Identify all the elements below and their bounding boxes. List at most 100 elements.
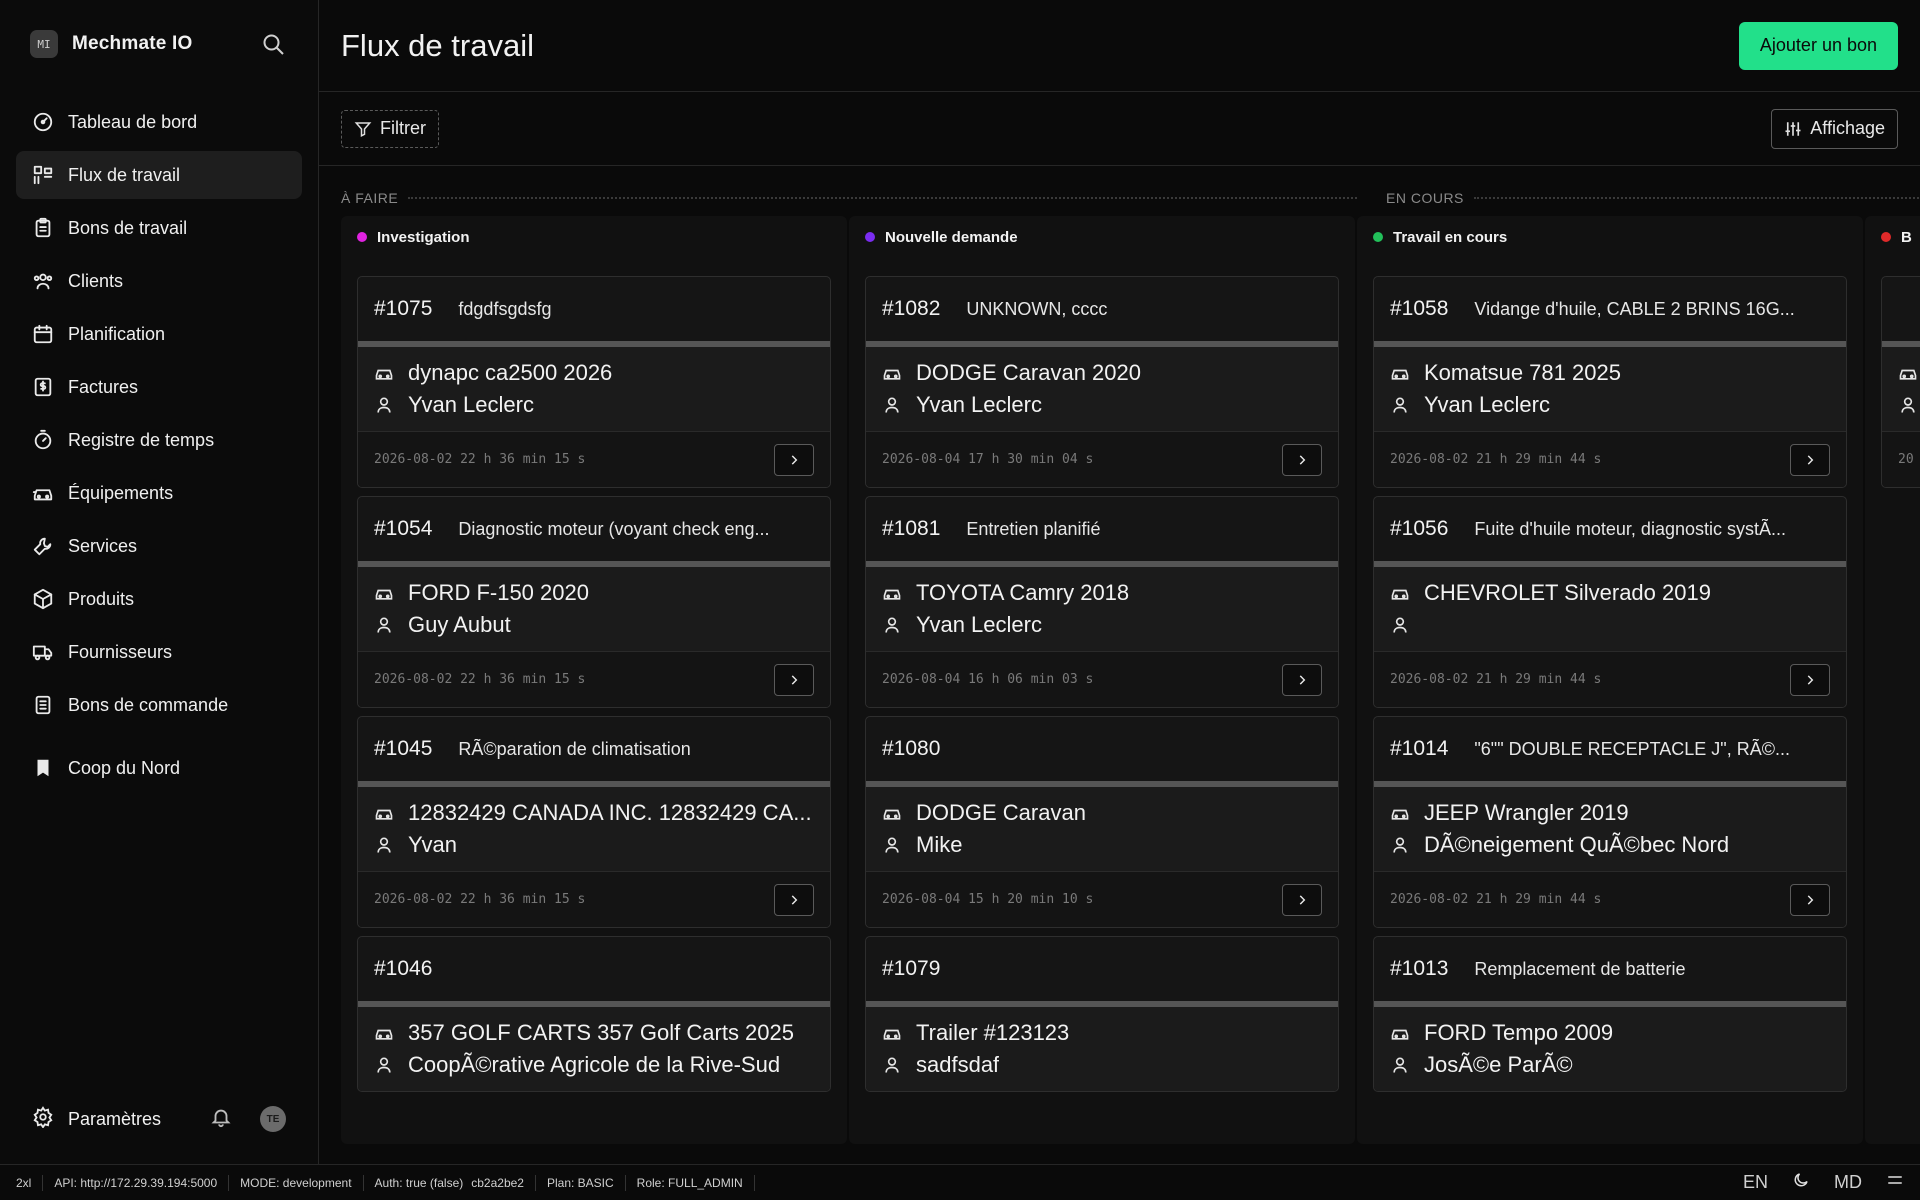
car-icon [375, 369, 393, 380]
customer-row: DÃ©neigement QuÃ©bec Nord [1390, 829, 1830, 861]
moon-icon[interactable] [1792, 1171, 1810, 1194]
sidebar-item-clients[interactable]: Clients [16, 257, 302, 305]
card-header: #1046 [358, 937, 830, 1001]
work-order-card[interactable]: #1082 UNKNOWN, cccc DODGE Caravan 2020 Yvan… [865, 276, 1339, 488]
sidebar-item-registre-de-temps[interactable]: Registre de temps [16, 416, 302, 464]
work-order-card[interactable]: #1081 Entretien planifié TOYOTA Camry 2018… [865, 496, 1339, 708]
customer-name: DÃ©neigement QuÃ©bec Nord [1424, 832, 1730, 857]
order-title: Fuite d'huile moteur, diagnostic systÃ..… [1474, 518, 1786, 539]
customer-row: Yvan Leclerc [882, 609, 1322, 641]
work-order-card[interactable]: #1054 Diagnostic moteur (voyant check eng… [357, 496, 831, 708]
work-order-card[interactable]: #1080 DODGE Caravan Mike 2026-08-04 15 h 20… [865, 716, 1339, 928]
auth-indicator: Auth: true (false) cb2a2be2 [364, 1174, 536, 1191]
sidebar-footer: Paramètres TE [16, 1094, 302, 1144]
sidebar-item-tableau-de-bord[interactable]: Tableau de bord [16, 98, 302, 146]
order-title: RÃ©paration de climatisation [458, 738, 691, 759]
vehicle-row [1898, 357, 1920, 389]
sidebar-item-fournisseurs[interactable]: Fournisseurs [16, 628, 302, 676]
order-title: Diagnostic moteur (voyant check eng... [458, 518, 770, 539]
customer-row: Mike [882, 829, 1322, 861]
card-footer: 2026-08-02 21 h 29 min 44 s [1374, 431, 1846, 487]
work-order-card[interactable]: #1079 Trailer #123123 sadfsdaf [865, 936, 1339, 1092]
customer-row: Yvan Leclerc [882, 389, 1322, 421]
vehicle-name: FORD Tempo 2009 [1424, 1020, 1614, 1045]
size-toggle[interactable]: MD [1834, 1172, 1862, 1193]
open-card-button[interactable] [1790, 663, 1830, 696]
sidebar-item--quipements[interactable]: Équipements [16, 469, 302, 517]
status-bar-right: EN MD [1743, 1171, 1904, 1194]
customer-name: Guy Aubut [408, 612, 511, 637]
work-order-card[interactable]: 20 [1881, 276, 1920, 488]
gear-icon[interactable] [32, 1105, 54, 1133]
work-order-card[interactable]: #1046 357 GOLF CARTS 357 Golf Carts 2025 C… [357, 936, 831, 1092]
chevron-right-icon [1299, 674, 1306, 685]
card-body [1882, 347, 1920, 431]
timestamp: 2026-08-04 16 h 06 min 03 s [882, 672, 1094, 687]
sidebar-item-planification[interactable]: Planification [16, 310, 302, 358]
sidebar-item-services[interactable]: Services [16, 522, 302, 570]
sidebar-item-factures[interactable]: Factures [16, 363, 302, 411]
column-header: Nouvelle demande [849, 216, 1355, 258]
user-icon [1393, 617, 1407, 633]
search-icon[interactable] [258, 29, 288, 59]
sidebar-item-label: Fournisseurs [68, 641, 173, 662]
order-number: #1080 [882, 737, 941, 760]
order-number: #1075 [374, 297, 433, 320]
vehicle-row: Trailer #123123 [882, 1017, 1322, 1049]
card-footer: 2026-08-02 22 h 36 min 15 s [358, 431, 830, 487]
list-icon [35, 695, 51, 715]
card-footer: 20 [1882, 431, 1920, 487]
open-card-button[interactable] [774, 883, 814, 916]
avatar[interactable]: TE [260, 1106, 286, 1132]
card-footer: 2026-08-02 22 h 36 min 15 s [358, 651, 830, 707]
column-header: Travail en cours [1357, 216, 1863, 258]
menu-icon[interactable] [1886, 1171, 1904, 1194]
open-card-button[interactable] [1790, 443, 1830, 476]
filter-button[interactable]: Filtrer [341, 109, 439, 148]
customer-name: Yvan [408, 832, 457, 857]
sidebar-item-produits[interactable]: Produits [16, 575, 302, 623]
display-button[interactable]: Affichage [1771, 108, 1898, 149]
work-order-card[interactable]: #1045 RÃ©paration de climatisation 1283242… [357, 716, 831, 928]
brand-logo[interactable]: MI [30, 30, 58, 58]
work-order-card[interactable]: #1056 Fuite d'huile moteur, diagnostic sy… [1373, 496, 1847, 708]
sidebar-item-flux-de-travail[interactable]: Flux de travail [16, 151, 302, 199]
open-card-button[interactable] [1282, 883, 1322, 916]
timestamp: 2026-08-02 22 h 36 min 15 s [374, 452, 586, 467]
open-card-button[interactable] [1282, 443, 1322, 476]
chevron-right-icon [1299, 454, 1306, 465]
work-order-card[interactable]: #1075 fdgdfsgdsfg dynapc ca2500 2026 Yvan L… [357, 276, 831, 488]
user-icon [1901, 397, 1915, 413]
sidebar-item-label: Services [68, 535, 138, 556]
users-icon [33, 273, 53, 290]
language-toggle[interactable]: EN [1743, 1172, 1768, 1193]
sidebar-nav: Tableau de bord Flux de travail Bons de tr… [0, 88, 318, 802]
vehicle-row: FORD F-150 2020 [374, 577, 814, 609]
sidebar-item-workspace[interactable]: Coop du Nord [16, 744, 302, 792]
sidebar-item-label: Bons de travail [68, 217, 188, 238]
sidebar-item-bons-de-travail[interactable]: Bons de travail [16, 204, 302, 252]
kanban-column: Investigation #1075 fdgdfsgdsfg dynapc ca25… [341, 216, 847, 1144]
bell-icon[interactable] [210, 1106, 232, 1133]
customer-name: Yvan Leclerc [916, 392, 1042, 417]
status-dot [1373, 232, 1383, 242]
commit-hash: cb2a2be2 [471, 1175, 524, 1190]
card-header: #1054 Diagnostic moteur (voyant check eng… [358, 497, 830, 561]
customer-name: JosÃ©e ParÃ© [1424, 1052, 1573, 1077]
card-header: #1079 [866, 937, 1338, 1001]
settings-link[interactable]: Paramètres [68, 1109, 196, 1130]
work-order-card[interactable]: #1013 Remplacement de batterie FORD Tempo … [1373, 936, 1847, 1092]
work-order-card[interactable]: #1058 Vidange d'huile, CABLE 2 BRINS 16G.… [1373, 276, 1847, 488]
add-work-order-button[interactable]: Ajouter un bon [1738, 21, 1898, 70]
open-card-button[interactable] [1790, 883, 1830, 916]
brand-name[interactable]: Mechmate IO [72, 33, 244, 55]
card-body: DODGE Caravan 2020 Yvan Leclerc [866, 347, 1338, 431]
open-card-button[interactable] [774, 443, 814, 476]
vehicle-row: FORD Tempo 2009 [1390, 1017, 1830, 1049]
open-card-button[interactable] [1282, 663, 1322, 696]
open-card-button[interactable] [774, 663, 814, 696]
sidebar-item-bons-de-commande[interactable]: Bons de commande [16, 681, 302, 729]
work-order-card[interactable]: #1014 "6"" DOUBLE RECEPTACLE J", RÃ©... JE… [1373, 716, 1847, 928]
customer-name: Yvan Leclerc [916, 612, 1042, 637]
card-body: 357 GOLF CARTS 357 Golf Carts 2025 CoopÃ©… [358, 1007, 830, 1091]
